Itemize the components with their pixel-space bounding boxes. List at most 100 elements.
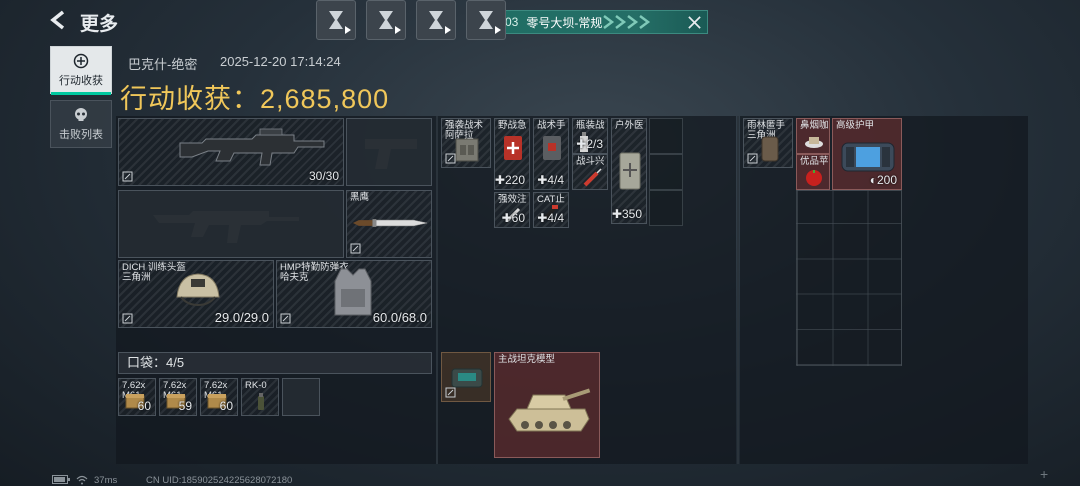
rig-item-cat-tourniquet[interactable]: CAT止 ✚4/4 [533,192,569,228]
item-qty: ✚4/4 [537,211,564,225]
pouch-icon [761,136,779,162]
backpack-item-tank-model[interactable]: 主战坦克模型 [494,352,600,458]
replay-button-3[interactable] [416,0,456,40]
grenade-icon [258,393,264,410]
empty-cell[interactable] [649,154,683,190]
rig-slot[interactable]: 强袭战术 阿萨拉 [441,118,491,168]
close-banner-button[interactable] [682,10,706,34]
replay-button-2[interactable] [366,0,406,40]
sidearm-slot[interactable] [346,118,432,186]
skull-icon [75,107,87,121]
rig-item-first-aid[interactable]: 野战急 ✚220 [494,118,530,190]
banner-map-name: 零号大坝-常规 [526,15,603,30]
add-icon: + [1040,466,1049,482]
wifi-icon [76,475,88,486]
case-slot[interactable]: 雨林匿手 三角洲 [743,118,793,168]
rig-item-outdoor-med[interactable]: 户外医 ✚350 [611,118,647,224]
case-item-armor-plate[interactable]: 高级护甲 ◐200 [832,118,902,190]
tab-defeat-list[interactable]: 击败列表 [50,100,112,148]
tactical-rig-icon [455,138,479,162]
rig-item-bottled[interactable]: 瓶装战 ✚2/3 [572,118,608,154]
replay-button-4[interactable] [466,0,506,40]
secondary-weapon-slot[interactable] [118,190,344,258]
replay-button-1[interactable] [316,0,356,40]
item-name: 主战坦克模型 [498,354,556,365]
hourglass-icon [479,11,493,29]
knife-icon [352,219,428,227]
play-icon [345,26,351,34]
divider [737,116,739,464]
item-name: 优品苹 [800,156,829,167]
item-qty: ✚60 [501,211,525,225]
operator-name: 巴克什-绝密 [128,57,198,72]
item-qty: 60 [219,399,233,413]
helmet-slot[interactable]: DICH 训练头盔 三角洲 29.0/29.0 [118,260,274,328]
case-item-apple[interactable]: 优品苹 [796,154,830,190]
item-name: 户外医 [615,120,644,131]
divider [436,116,438,464]
primary-weapon-slot[interactable]: 30/30 [118,118,344,186]
assault-rifle-icon [179,128,325,166]
rig-item-strong-injection[interactable]: 强效注 ✚60 [494,192,530,228]
helmet-durability: 29.0/29.0 [214,310,269,325]
item-name: 瓶装战 [576,120,605,131]
item-name: RK-0 [245,380,267,391]
tank-model-icon [508,388,591,432]
item-qty: ✚220 [494,173,525,187]
rig-item-stim[interactable]: 战斗兴 [572,154,608,190]
ping-text: 37ms [94,475,118,486]
pocket-item-3[interactable]: 7.62xM61 60 [200,378,238,416]
tab-label: 行动收获 [59,74,103,87]
tab-action-haul[interactable]: 行动收获 [50,46,112,95]
item-qty: ✚350 [611,207,642,221]
lock-icon [280,313,291,324]
pocket-item-2[interactable]: 7.62xM61 59 [159,378,197,416]
item-qty: ◐200 [869,173,897,187]
pistol-silhouette-icon [365,139,417,169]
lock-icon [350,243,361,254]
empty-cell[interactable] [649,190,683,226]
lock-icon [445,153,456,164]
pocket-empty-slot[interactable] [282,378,320,416]
medkit-icon [504,136,522,160]
vest-slot[interactable]: HMP特勤防弹衣 哈夫克 60.0/68.0 [276,260,432,328]
melee-name: 黑鹰 [350,192,370,203]
vest-icon [334,268,372,316]
item-name: 野战急 [498,120,527,131]
helmet-icon [176,273,220,307]
coffee-cup-icon [805,137,823,148]
item-qty: ✚4/4 [537,173,564,187]
play-icon [445,26,451,34]
battery-icon [52,475,70,486]
play-icon [395,26,401,34]
melee-slot[interactable]: 黑鹰 [346,190,432,258]
backpack-slot[interactable] [441,352,491,402]
empty-cell[interactable] [649,118,683,154]
user-uid: CN UID:1859025242256​28072180 [146,475,293,486]
crosshair-icon [73,53,89,68]
haul-total: 行动收获：2,685,800 [120,77,389,116]
case-empty-grid[interactable] [796,190,902,366]
pocket-header: 口袋：4/5 [118,352,432,374]
lock-icon [747,153,758,164]
case-item-snuff[interactable]: 鼻烟咖 [796,118,830,154]
rig-item-tactical-kit[interactable]: 战术手 ✚4/4 [533,118,569,190]
lock-icon [122,171,133,182]
tab-label: 击败列表 [59,128,103,141]
back-arrow-icon [48,9,70,36]
match-datetime: 2025-12-20 17:14:24 [220,54,341,69]
item-qty: ✚2/3 [576,137,603,151]
item-qty: 59 [178,399,192,413]
pocket-item-4[interactable]: RK-0 [241,378,279,416]
item-name: 鼻烟咖 [800,120,829,131]
pocket-item-1[interactable]: 7.62xM61 60 [118,378,156,416]
haul-value: 2,685,800 [260,84,390,114]
haul-label: 行动收获： [120,84,260,114]
item-name: 战斗兴 [576,156,605,167]
back-button[interactable]: 更多 [48,8,118,36]
hourglass-icon [329,11,343,29]
backpack-icon [451,368,483,388]
banner-index: 03 [505,15,519,29]
apple-icon [806,170,822,186]
syringe-icon [583,168,602,187]
